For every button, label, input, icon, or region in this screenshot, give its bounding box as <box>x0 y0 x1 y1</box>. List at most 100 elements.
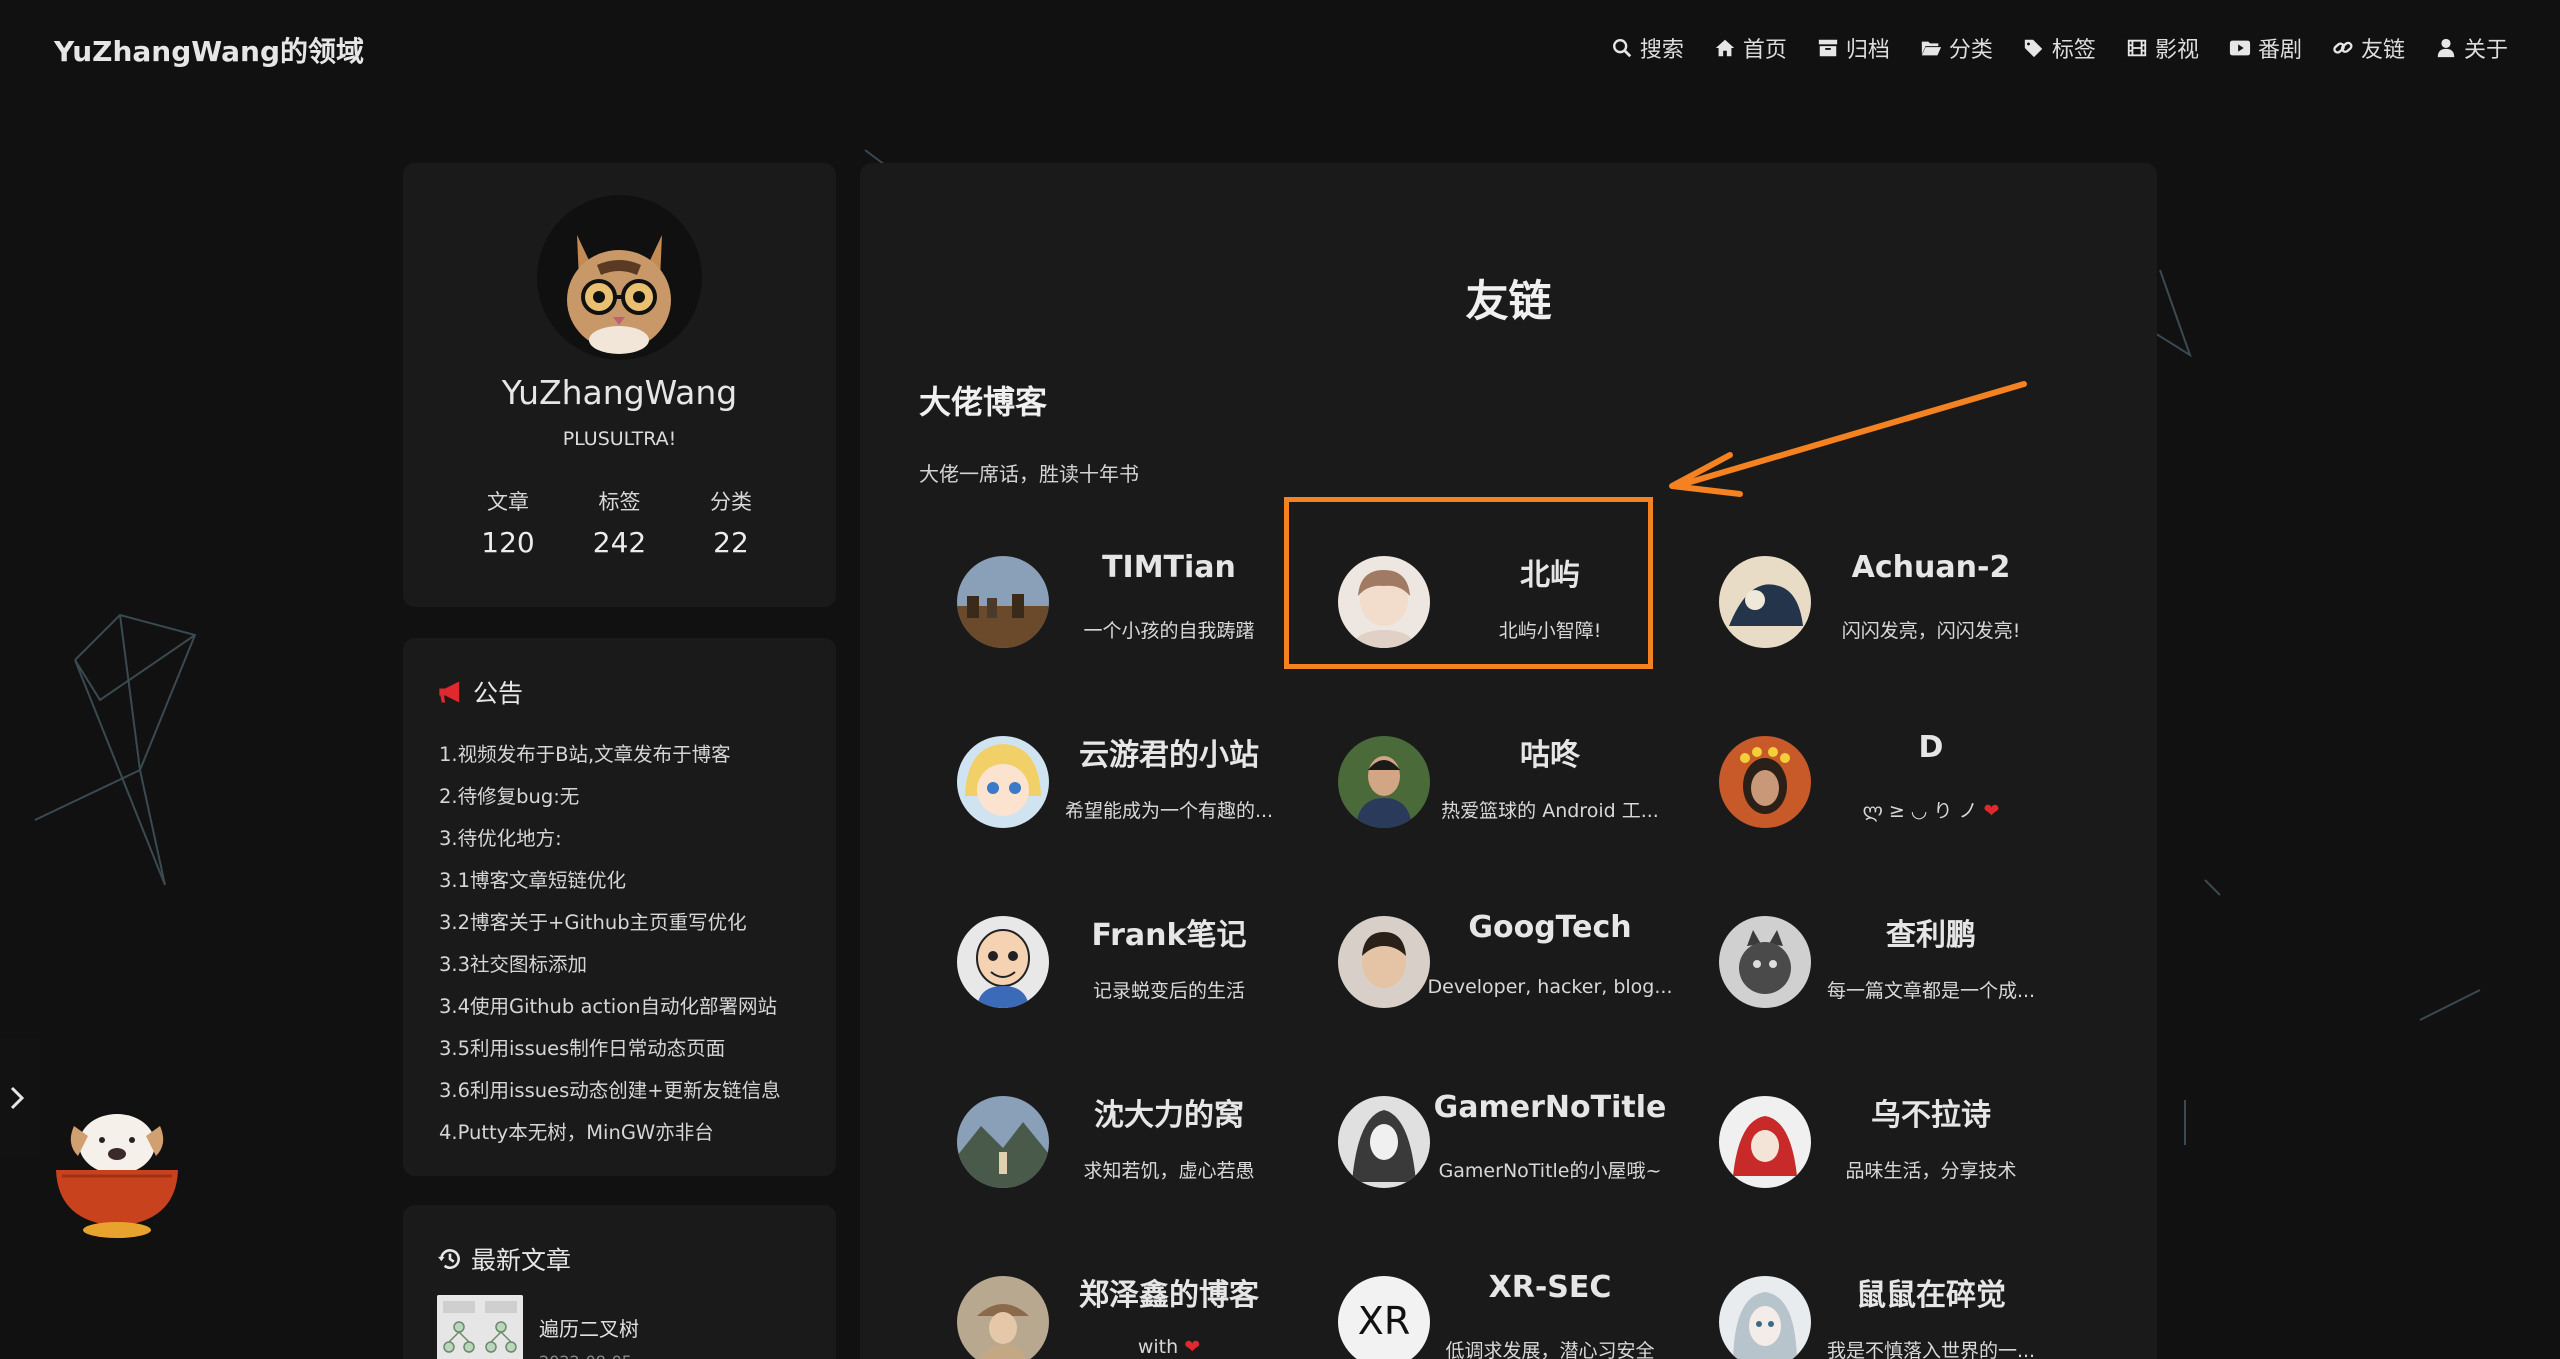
friend-link-card[interactable]: 查利鹏 每一篇文章都是一个成... <box>1681 863 2062 1043</box>
friend-link-card[interactable]: Achuan-2 闪闪发亮，闪闪发亮! <box>1681 503 2062 683</box>
stat-categories[interactable]: 分类 22 <box>686 486 776 559</box>
nav-label: 搜索 <box>1639 38 1684 63</box>
friend-link-card[interactable]: GamerNoTitle GamerNoTitle的小屋哦~ <box>1300 1043 1681 1223</box>
friend-description: 求知若饥，虚心若愚 <box>1083 1160 1255 1182</box>
history-icon <box>438 1249 460 1269</box>
friend-name: Achuan-2 <box>1851 550 2011 585</box>
heart-icon: ❤ <box>1184 1336 1201 1358</box>
friend-description: Developer, hacker, blog... <box>1427 976 1673 998</box>
profile-name: YuZhangWang <box>501 373 738 412</box>
user-icon <box>2437 38 2455 58</box>
film-icon <box>2127 39 2147 57</box>
notice-item: 3.2博客关于+Github主页重写优化 <box>439 911 747 934</box>
friend-name: 云游君的小站 <box>1079 738 1259 773</box>
stat-label: 文章 <box>487 490 529 514</box>
site-title[interactable]: YuZhangWang的领域 <box>54 30 364 70</box>
friend-link-card[interactable]: 郑泽鑫的博客 with ❤ <box>919 1223 1300 1359</box>
friend-link-card[interactable]: Frank笔记 记录蜕变后的生活 <box>919 863 1300 1043</box>
nav-movies[interactable]: 影视 <box>2126 32 2199 64</box>
friend-link-card[interactable]: TIMTian 一个小孩的自我踌躇 <box>919 503 1300 683</box>
notice-item: 4.Putty本无树，MinGW亦非台 <box>439 1121 714 1144</box>
notice-item: 3.1博客文章短链优化 <box>439 869 627 892</box>
nav-categories[interactable]: 分类 <box>1920 32 1993 64</box>
friend-name: 郑泽鑫的博客 <box>1079 1278 1259 1313</box>
mascot-dog-in-bowl <box>56 1114 178 1238</box>
recent-post-item[interactable]: 遍历二叉树 2022-08-05 <box>437 1295 639 1359</box>
profile-avatar[interactable] <box>537 195 702 360</box>
profile-stats: 文章 120 标签 242 分类 22 <box>463 486 776 559</box>
notice-item: 3.4使用Github action自动化部署网站 <box>439 995 778 1018</box>
notice-title-text: 公告 <box>473 679 524 708</box>
friend-link-card[interactable]: XR XR-SEC 低调求发展，潜心习安全 <box>1300 1223 1681 1359</box>
nav-archive[interactable]: 归档 <box>1817 32 1890 64</box>
friend-name: 沈大力的窝 <box>1094 1098 1244 1133</box>
nav-anime[interactable]: 番剧 <box>2229 32 2302 64</box>
friend-name: 查利鹏 <box>1886 918 1976 953</box>
stat-tags[interactable]: 标签 242 <box>575 486 665 559</box>
friend-name: 鼠鼠在碎觉 <box>1856 1278 2006 1313</box>
binary-tree-thumbnail <box>437 1295 523 1359</box>
nav-home[interactable]: 首页 <box>1714 32 1787 64</box>
megaphone-icon <box>439 681 460 703</box>
youtube-icon <box>2229 40 2251 56</box>
friend-link-card[interactable]: 沈大力的窝 求知若饥，虚心若愚 <box>919 1043 1300 1223</box>
friend-description: 热爱篮球的 Android 工... <box>1441 800 1659 822</box>
recent-post-info: 遍历二叉树 2022-08-05 <box>539 1295 639 1359</box>
recent-posts-title: 最新文章 <box>437 1241 571 1277</box>
friend-links-main: 友链 大佬博客 大佬一席话，胜读十年书 TIMTian 一个小孩的自我踌躇 北屿… <box>860 163 2157 1359</box>
sidebar-toggle[interactable] <box>0 1038 40 1158</box>
stat-articles[interactable]: 文章 120 <box>463 486 553 559</box>
heart-icon: ❤ <box>1983 800 2000 822</box>
main-nav: 搜索 首页 归档 分类 标签 影视 番剧 友链 关于 <box>1611 32 2508 64</box>
recent-posts-card: 最新文章 遍历二叉树 2022-08-05 <box>403 1205 836 1359</box>
nav-label: 关于 <box>2463 38 2508 63</box>
friend-name: Frank笔记 <box>1091 918 1247 953</box>
xr-avatar-text: XR <box>1358 1299 1410 1343</box>
friend-description: 低调求发展，潜心习安全 <box>1445 1340 1655 1359</box>
nav-label: 影视 <box>2154 38 2199 63</box>
friend-description-text: ლ ≥ ◡ り ノ <box>1862 800 1978 822</box>
friend-name: GamerNoTitle <box>1433 1090 1667 1125</box>
stat-value: 242 <box>592 526 647 559</box>
nav-label: 番剧 <box>2257 38 2302 63</box>
friend-link-card[interactable]: D ლ ≥ ◡ り ノ ❤ <box>1681 683 2062 863</box>
notice-item: 3.3社交图标添加 <box>439 953 588 976</box>
recent-post-date: 2022-08-05 <box>539 1352 639 1359</box>
notice-item: 2.待修复bug:无 <box>439 785 580 808</box>
nav-label: 标签 <box>2051 38 2096 63</box>
friend-name: 咕咚 <box>1520 738 1580 773</box>
notice-title: 公告 <box>437 674 523 710</box>
notice-list: 1.视频发布于B站,文章发布于博客 2.待修复bug:无 3.待优化地方: 3.… <box>439 734 819 1154</box>
nav-about[interactable]: 关于 <box>2435 32 2508 64</box>
top-navigation-bar: YuZhangWang的领域 搜索 首页 归档 分类 标签 影视 番剧 友链 关… <box>0 0 2560 96</box>
tags-icon <box>2024 39 2043 58</box>
friend-link-card[interactable]: GoogTech Developer, hacker, blog... <box>1300 863 1681 1043</box>
friend-description: GamerNoTitle的小屋哦~ <box>1438 1160 1662 1182</box>
nav-label: 分类 <box>1948 38 1993 63</box>
recent-post-thumbnail <box>437 1295 523 1359</box>
friend-name: XR-SEC <box>1488 1270 1612 1305</box>
notice-card: 公告 1.视频发布于B站,文章发布于博客 2.待修复bug:无 3.待优化地方:… <box>403 638 836 1176</box>
recent-post-title[interactable]: 遍历二叉树 <box>539 1313 639 1342</box>
profile-card: YuZhangWang PLUSULTRA! 文章 120 标签 242 分类 … <box>403 163 836 607</box>
cat-avatar-image <box>537 195 702 360</box>
nav-search[interactable]: 搜索 <box>1611 32 1684 64</box>
friend-description: with ❤ <box>1034 1336 1304 1358</box>
friend-link-card[interactable]: 咕咚 热爱篮球的 Android 工... <box>1300 683 1681 863</box>
friend-link-card[interactable]: 乌不拉诗 品味生活，分享技术 <box>1681 1043 2062 1223</box>
friend-link-card[interactable]: 鼠鼠在碎觉 我是不慎落入世界的一... <box>1681 1223 2062 1359</box>
stat-label: 分类 <box>710 490 752 514</box>
friend-description: 记录蜕变后的生活 <box>1092 980 1245 1002</box>
link-icon <box>2333 41 2353 54</box>
friend-name: 乌不拉诗 <box>1871 1098 1991 1133</box>
friend-link-card[interactable]: 云游君的小站 希望能成为一个有趣的... <box>919 683 1300 863</box>
chevron-right-icon <box>10 1086 25 1110</box>
mascot-widget[interactable] <box>52 1096 182 1242</box>
notice-item: 3.6利用issues动态创建+更新友链信息 <box>439 1079 781 1102</box>
profile-motto: PLUSULTRA! <box>562 428 677 450</box>
friend-name: D <box>1918 730 1944 765</box>
stat-value: 22 <box>713 526 749 559</box>
nav-tags[interactable]: 标签 <box>2023 32 2096 64</box>
nav-friend-links[interactable]: 友链 <box>2332 32 2405 64</box>
nav-label: 友链 <box>2360 38 2405 63</box>
